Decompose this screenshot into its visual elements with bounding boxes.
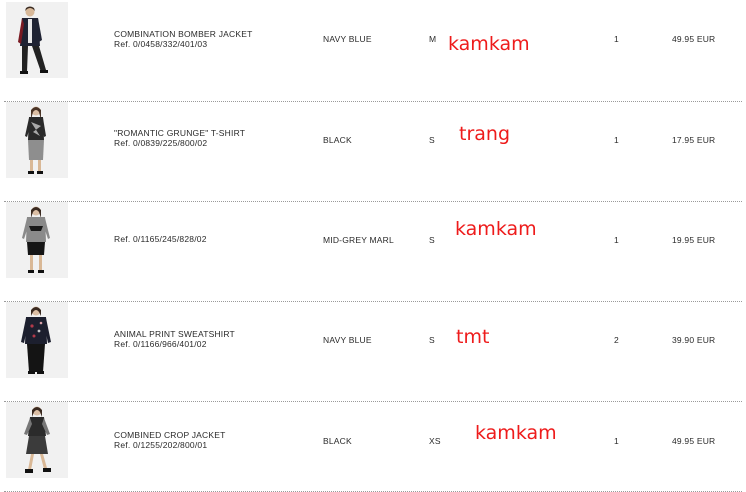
product-description: "ROMANTIC GRUNGE" T-SHIRT Ref. 0/0839/22… xyxy=(114,128,304,148)
product-price: 17.95 EUR xyxy=(672,135,716,145)
product-ref: Ref. 0/0458/332/401/03 xyxy=(114,39,208,49)
product-image[interactable] xyxy=(6,2,68,78)
product-size: M xyxy=(429,34,437,44)
product-color: NAVY BLUE xyxy=(323,335,372,345)
product-name: COMBINATION BOMBER JACKET xyxy=(114,29,253,39)
product-image[interactable] xyxy=(6,202,68,278)
product-size: XS xyxy=(429,436,441,446)
product-price: 49.95 EUR xyxy=(672,34,716,44)
product-color: BLACK xyxy=(323,436,352,446)
product-price: 49.95 EUR xyxy=(672,436,716,446)
product-description: ANIMAL PRINT SWEATSHIRT Ref. 0/1166/966/… xyxy=(114,329,304,349)
product-description: COMBINATION BOMBER JACKET Ref. 0/0458/33… xyxy=(114,29,304,49)
product-size: S xyxy=(429,335,435,345)
cart-item-row: COMBINED CROP JACKET Ref. 0/1255/202/800… xyxy=(0,402,746,492)
product-quantity: 1 xyxy=(614,235,619,245)
product-ref: Ref. 0/0839/225/800/02 xyxy=(114,138,208,148)
handwritten-annotation: kamkam xyxy=(475,422,557,444)
product-color: BLACK xyxy=(323,135,352,145)
cart-item-row: Ref. 0/1165/245/828/02 MID-GREY MARL S k… xyxy=(0,202,746,302)
product-name: ANIMAL PRINT SWEATSHIRT xyxy=(114,329,235,339)
handwritten-annotation: tmt xyxy=(456,326,490,348)
product-size: S xyxy=(429,135,435,145)
product-image[interactable] xyxy=(6,102,68,178)
product-quantity: 1 xyxy=(614,436,619,446)
product-description: COMBINED CROP JACKET Ref. 0/1255/202/800… xyxy=(114,430,304,450)
handwritten-annotation: trang xyxy=(459,123,511,145)
product-price: 39.90 EUR xyxy=(672,335,716,345)
cart-item-row: ANIMAL PRINT SWEATSHIRT Ref. 0/1166/966/… xyxy=(0,302,746,402)
handwritten-annotation: kamkam xyxy=(448,33,530,55)
cart-items-list: COMBINATION BOMBER JACKET Ref. 0/0458/33… xyxy=(0,0,746,492)
cart-item-row: COMBINATION BOMBER JACKET Ref. 0/0458/33… xyxy=(0,2,746,102)
cart-item-row: "ROMANTIC GRUNGE" T-SHIRT Ref. 0/0839/22… xyxy=(0,102,746,202)
product-ref: Ref. 0/1166/966/401/02 xyxy=(114,339,207,349)
product-ref: Ref. 0/1165/245/828/02 xyxy=(114,234,207,244)
product-size: S xyxy=(429,235,435,245)
product-price: 19.95 EUR xyxy=(672,235,716,245)
product-quantity: 2 xyxy=(614,335,619,345)
product-color: MID-GREY MARL xyxy=(323,235,394,245)
product-ref: Ref. 0/1255/202/800/01 xyxy=(114,440,208,450)
product-quantity: 1 xyxy=(614,135,619,145)
product-quantity: 1 xyxy=(614,34,619,44)
handwritten-annotation: kamkam xyxy=(455,218,537,240)
product-color: NAVY BLUE xyxy=(323,34,372,44)
product-image[interactable] xyxy=(6,402,68,478)
product-name: "ROMANTIC GRUNGE" T-SHIRT xyxy=(114,128,246,138)
product-image[interactable] xyxy=(6,302,68,378)
product-description: Ref. 0/1165/245/828/02 xyxy=(114,234,304,244)
product-name: COMBINED CROP JACKET xyxy=(114,430,226,440)
